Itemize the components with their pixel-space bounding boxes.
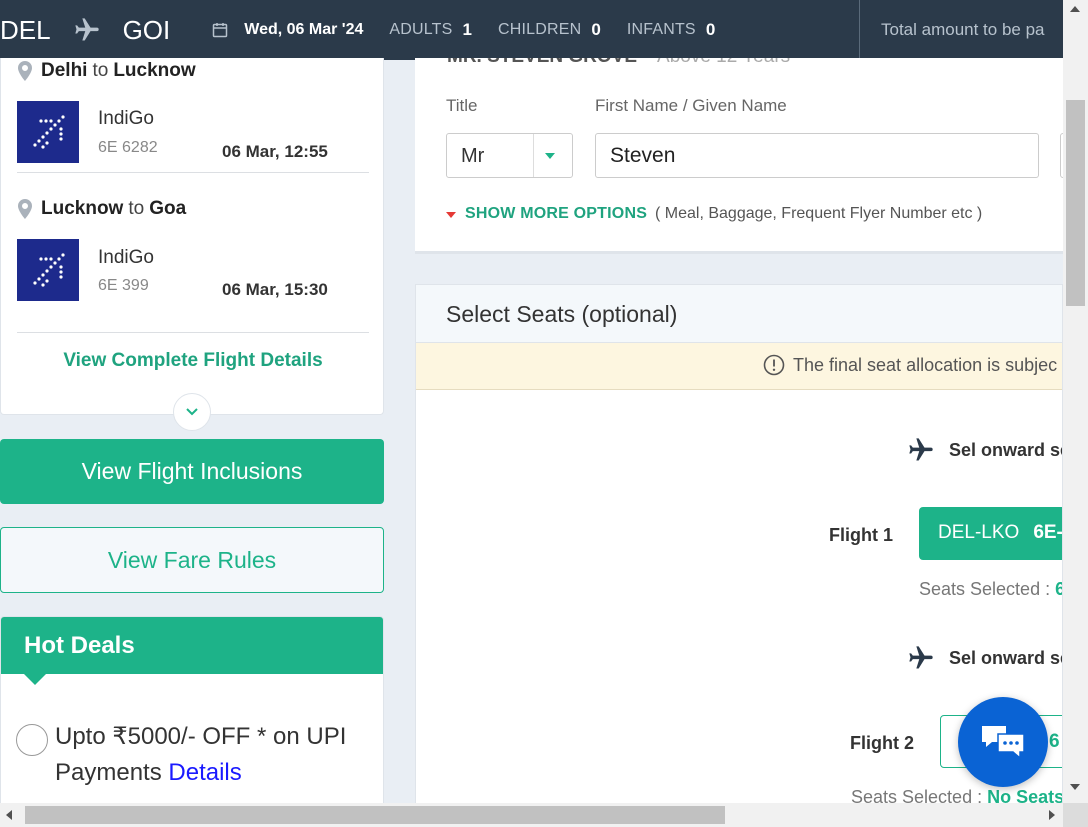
deal-details-link[interactable]: Details [168,759,241,786]
infants-count: 0 [705,20,716,39]
travel-date: Wed, 06 Mar '24 [244,21,364,38]
notice-text: The final seat allocation is subjec [793,355,1058,375]
origin-code: DEL [0,14,51,45]
chevron-down-icon [186,408,198,416]
select-onward-seats-label: Sel onward se [949,648,1063,668]
children-count: 0 [591,20,601,39]
chat-support-button[interactable] [958,697,1048,787]
plane-icon [909,438,933,461]
traveller-name: MR. STEVEN GROVE [447,58,637,67]
deal-description: Upto ₹5000/- OFF * on UPI Payments Detai… [55,719,355,791]
segment-1-time: 06 Mar, 12:55 [222,142,328,161]
flight-2-seats-selected-label: Seats Selected : [851,787,983,804]
adults-count: 1 [462,20,472,39]
adults-label: ADULTS [389,21,453,38]
location-pin-icon [18,61,32,81]
traveller-details-card: MR. STEVEN GROVE Above 12 Years Title Fir… [415,58,1063,254]
header-divider [859,0,860,60]
flight-2-seats-selected-value: No Seats [987,787,1063,804]
children-label: CHILDREN [497,21,582,38]
horizontal-scroll-thumb[interactable] [25,806,725,824]
hot-deals-card: Hot Deals Upto ₹5000/- OFF * on UPI Paym… [0,616,384,816]
first-name-label: First Name / Given Name [595,96,787,115]
flight-1-segment-button[interactable]: DEL-LKO 6E-6 [919,507,1063,560]
segment-2-from: Lucknow [41,198,124,219]
segment-1-flight-number: 6E 6282 [98,139,158,156]
traveller-name-heading: MR. STEVEN GROVE Above 12 Years [447,58,790,68]
total-amount-label: Total amount to be pa [881,20,1045,39]
airline-logo-icon [33,253,65,287]
view-complete-flight-details-link[interactable]: View Complete Flight Details [1,350,385,372]
flight-1-label: Flight 1 [829,525,893,545]
flight-1-code: 6E-6 [1033,522,1063,543]
select-seats-title: Select Seats (optional) [416,285,1062,343]
expand-details-button[interactable] [173,393,211,431]
scroll-up-arrow-icon[interactable] [1070,6,1080,12]
scroll-down-arrow-icon[interactable] [1070,784,1080,790]
infants-label: INFANTS [626,21,696,38]
view-fare-rules-button[interactable]: View Fare Rules [0,527,384,593]
segment-2-time: 06 Mar, 15:30 [222,280,328,299]
scroll-right-arrow-icon[interactable] [1049,810,1055,820]
segment-1-airline: IndiGo [98,108,154,129]
segment-1-to-word: to [92,60,109,81]
calendar-icon [213,23,228,38]
vertical-scroll-thumb[interactable] [1066,100,1085,306]
flight-2-label: Flight 2 [850,733,914,753]
info-icon [763,354,785,376]
destination-code: GOI [122,14,171,45]
first-name-input[interactable] [595,133,1039,178]
segment-2-flight-number: 6E 399 [98,277,149,294]
indigo-logo [17,239,79,301]
vertical-scrollbar[interactable] [1063,0,1088,803]
chat-bubble-icon [982,726,1025,760]
caret-down-icon [545,153,555,159]
details-divider [17,332,369,333]
plane-icon [909,646,933,669]
segment-divider [17,172,369,173]
flight-1-seats-selected: Seats Selected : 6 [919,579,1062,600]
seat-allocation-notice: The final seat allocation is subjec [416,343,1062,390]
segment-2-to: Goa [149,198,187,219]
select-divider [533,134,534,177]
deal-radio-button[interactable] [16,724,48,756]
flight-1-seats-selected-value: 6 [1055,579,1062,599]
airline-logo-icon [33,115,65,149]
flight-1-seats-selected-label: Seats Selected : [919,579,1051,599]
flight-1-route: DEL-LKO [938,522,1020,543]
select-onward-seats-label: Sel onward se [949,440,1063,460]
hot-deals-title: Hot Deals [1,617,383,674]
indigo-logo [17,101,79,163]
plane-icon [74,18,99,41]
caret-down-icon [446,212,456,218]
title-select[interactable]: Mr [446,133,573,178]
flight-2-seats-selected: Seats Selected : No Seats [851,787,1063,804]
scroll-left-arrow-icon[interactable] [6,810,12,820]
segment-1-to: Lucknow [113,60,196,81]
segment-2-route: Lucknow to Goa [17,198,186,220]
segment-1-from: Delhi [41,60,88,81]
segment-2-to-word: to [128,198,145,219]
segment-2-airline: IndiGo [98,247,154,268]
flight-2-code: 6 [1049,731,1060,752]
horizontal-scrollbar[interactable] [0,803,1063,827]
top-header: DEL GOI Wed, 06 Mar '24 ADULTS 1 CHILDRE… [0,0,1063,60]
itinerary-card: Delhi to Lucknow IndiGo 6E 6282 06 Mar, … [0,58,384,415]
traveller-age-group: Above 12 Years [657,58,790,67]
scrollbar-corner [1063,803,1088,827]
title-selected-value: Mr [461,145,485,167]
title-label: Title [446,96,478,115]
view-flight-inclusions-button[interactable]: View Flight Inclusions [0,439,384,504]
show-more-options-hint: ( Meal, Baggage, Frequent Flyer Number e… [655,205,983,222]
segment-1-route: Delhi to Lucknow [17,60,196,82]
hot-deals-notch [23,673,47,685]
location-pin-icon [18,199,32,219]
show-more-options-link[interactable]: SHOW MORE OPTIONS [465,205,647,223]
